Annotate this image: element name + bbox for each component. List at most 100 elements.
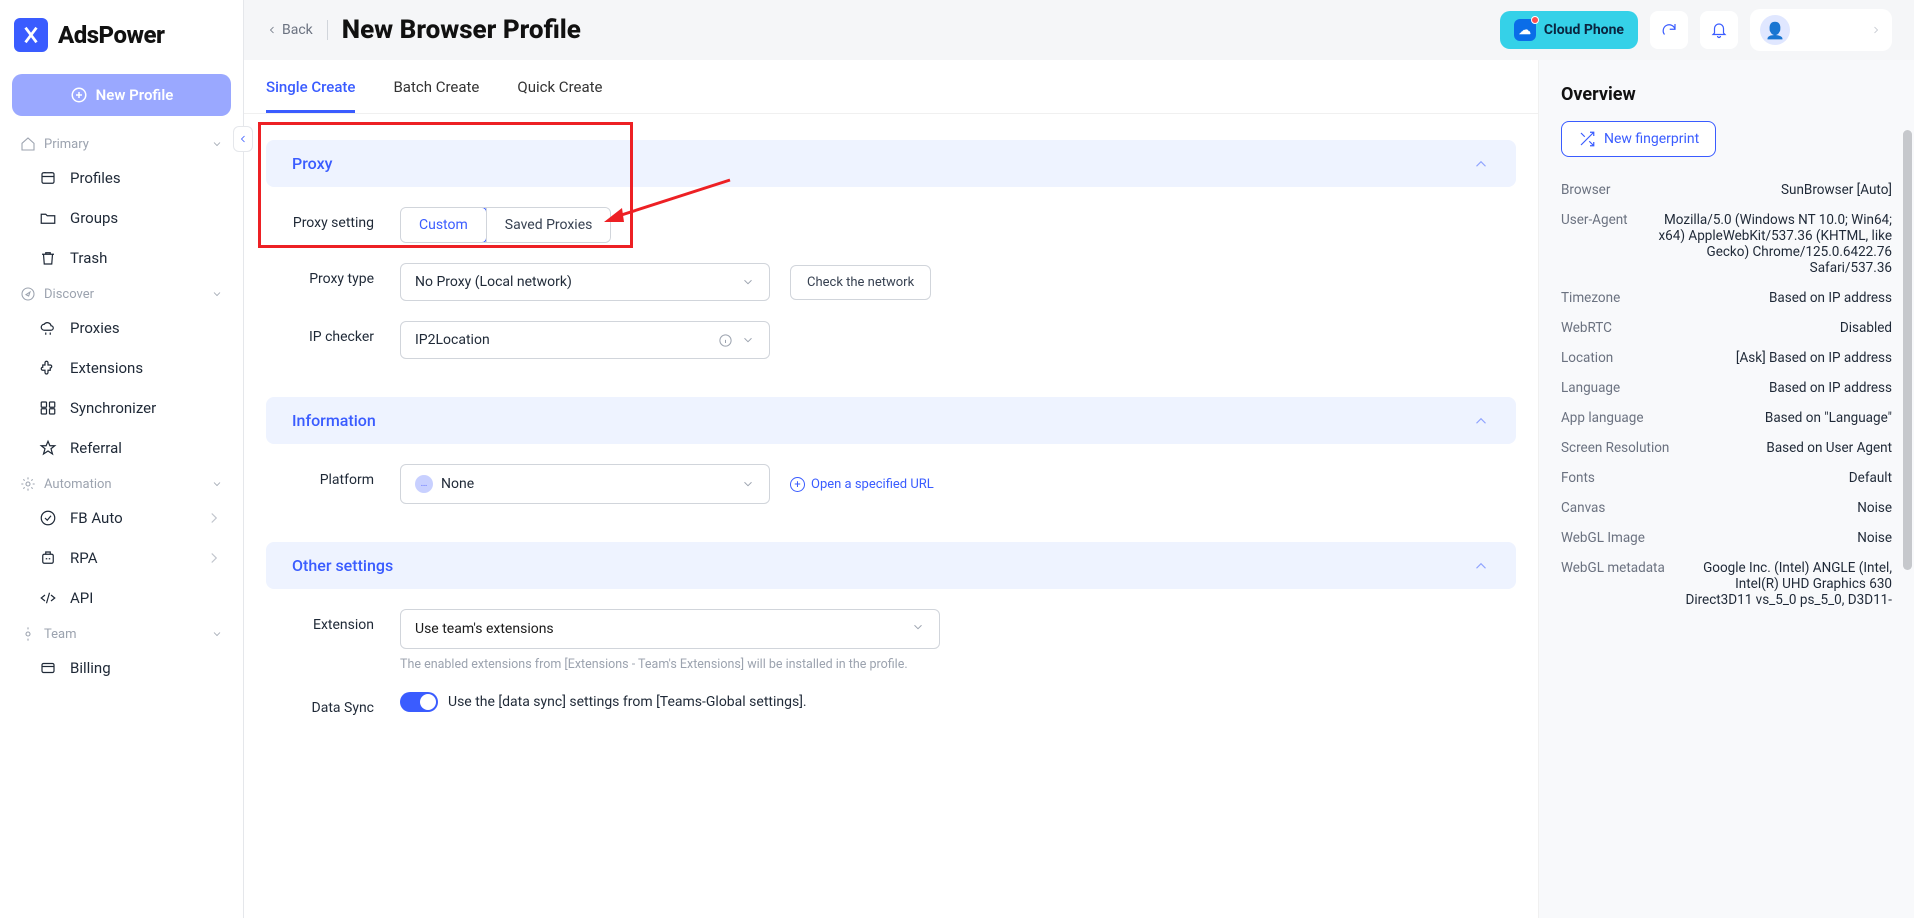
trash-icon xyxy=(38,248,58,268)
tab-single-create[interactable]: Single Create xyxy=(266,78,355,113)
form-area: Single Create Batch Create Quick Create … xyxy=(244,60,1538,918)
overview-value: Disabled xyxy=(1840,320,1892,336)
nav-item-label: API xyxy=(70,589,93,607)
account-menu[interactable]: 👤 xyxy=(1750,9,1892,51)
chevron-down-icon xyxy=(741,275,755,289)
nav-item-label: Trash xyxy=(70,249,107,267)
nav-section-label: Team xyxy=(44,627,77,642)
sidebar-item-referral[interactable]: Referral xyxy=(4,428,239,468)
overview-row: FontsDefault xyxy=(1561,463,1892,493)
extension-select[interactable]: Use team's extensions xyxy=(400,609,940,649)
proxy-type-select[interactable]: No Proxy (Local network) xyxy=(400,263,770,301)
nav-item-label: Billing xyxy=(70,659,111,677)
platform-select[interactable]: None xyxy=(400,464,770,504)
tab-batch-create[interactable]: Batch Create xyxy=(393,78,479,113)
chevron-down-icon xyxy=(211,138,223,150)
section-title: Proxy xyxy=(292,154,332,173)
chevron-down-icon xyxy=(211,478,223,490)
overview-row: Location[Ask] Based on IP address xyxy=(1561,343,1892,373)
billing-icon xyxy=(38,658,58,678)
overview-value: SunBrowser [Auto] xyxy=(1781,182,1892,198)
new-fingerprint-button[interactable]: New fingerprint xyxy=(1561,121,1716,157)
overview-row: WebGL metadataGoogle Inc. (Intel) ANGLE … xyxy=(1561,553,1892,615)
section-other-settings[interactable]: Other settings xyxy=(266,542,1516,589)
overview-row: Screen ResolutionBased on User Agent xyxy=(1561,433,1892,463)
divider xyxy=(327,20,328,40)
overview-key: User-Agent xyxy=(1561,212,1628,228)
overview-value: Mozilla/5.0 (Windows NT 10.0; Win64; x64… xyxy=(1648,212,1892,276)
scrollbar-thumb[interactable] xyxy=(1903,130,1912,570)
sidebar-item-trash[interactable]: Trash xyxy=(4,238,239,278)
chevron-down-icon xyxy=(211,288,223,300)
chevron-right-icon xyxy=(205,509,223,527)
data-sync-toggle[interactable] xyxy=(400,692,438,712)
logo[interactable]: AdsPower xyxy=(0,0,243,74)
overview-key: Language xyxy=(1561,380,1620,396)
sidebar-item-fb-auto[interactable]: FB Auto xyxy=(4,498,239,538)
label-extension: Extension xyxy=(266,609,400,633)
nav-section-label: Discover xyxy=(44,287,94,302)
overview-row: LanguageBased on IP address xyxy=(1561,373,1892,403)
overview-row: BrowserSunBrowser [Auto] xyxy=(1561,175,1892,205)
overview-value: [Ask] Based on IP address xyxy=(1736,350,1892,366)
sidebar-item-groups[interactable]: Groups xyxy=(4,198,239,238)
new-profile-button[interactable]: New Profile xyxy=(12,74,231,116)
seg-saved-proxies[interactable]: Saved Proxies xyxy=(486,208,611,242)
overview-key: Canvas xyxy=(1561,500,1605,516)
sidebar-item-proxies[interactable]: Proxies xyxy=(4,308,239,348)
proxy-setting-segment: Custom Saved Proxies xyxy=(400,207,611,243)
sidebar-item-rpa[interactable]: RPA xyxy=(4,538,239,578)
overview-value: Based on IP address xyxy=(1769,290,1892,306)
ip-checker-select[interactable]: IP2Location xyxy=(400,321,770,359)
nav-item-label: Synchronizer xyxy=(70,399,156,417)
open-url-link[interactable]: + Open a specified URL xyxy=(790,477,934,492)
overview-key: Timezone xyxy=(1561,290,1620,306)
topbar: Back New Browser Profile ☁ Cloud Phone 👤 xyxy=(244,0,1914,60)
nav-item-label: Proxies xyxy=(70,319,120,337)
nav-section-team[interactable]: Team xyxy=(4,620,239,648)
nav-section-discover[interactable]: Discover xyxy=(4,280,239,308)
overview-panel: Overview New fingerprint BrowserSunBrows… xyxy=(1538,60,1914,918)
section-information[interactable]: Information xyxy=(266,397,1516,444)
nav-section-primary[interactable]: Primary xyxy=(4,130,239,158)
sidebar-item-api[interactable]: API xyxy=(4,578,239,618)
section-title: Information xyxy=(292,411,376,430)
cloud-icon xyxy=(38,318,58,338)
select-value: Use team's extensions xyxy=(415,621,554,637)
sidebar-item-billing[interactable]: Billing xyxy=(4,648,239,688)
refresh-icon xyxy=(1660,21,1678,39)
section-proxy[interactable]: Proxy xyxy=(266,140,1516,187)
gear-icon xyxy=(20,476,36,492)
notifications-button[interactable] xyxy=(1700,11,1738,49)
select-value: No Proxy (Local network) xyxy=(415,274,572,290)
sidebar-item-synchronizer[interactable]: Synchronizer xyxy=(4,388,239,428)
back-button[interactable]: Back xyxy=(266,22,313,38)
check-network-button[interactable]: Check the network xyxy=(790,265,931,300)
overview-value: Google Inc. (Intel) ANGLE (Intel, Intel(… xyxy=(1685,560,1892,608)
avatar-icon: 👤 xyxy=(1760,15,1790,45)
nav-item-label: FB Auto xyxy=(70,509,123,527)
seg-custom[interactable]: Custom xyxy=(400,207,487,243)
overview-key: App language xyxy=(1561,410,1644,426)
chevron-right-icon xyxy=(205,549,223,567)
platform-none-icon xyxy=(415,475,433,493)
overview-value: Based on "Language" xyxy=(1765,410,1892,426)
refresh-button[interactable] xyxy=(1650,11,1688,49)
overview-key: WebGL Image xyxy=(1561,530,1645,546)
tab-quick-create[interactable]: Quick Create xyxy=(517,78,602,113)
star-icon xyxy=(38,438,58,458)
sidebar-item-extensions[interactable]: Extensions xyxy=(4,348,239,388)
label-ip-checker: IP checker xyxy=(266,321,400,345)
fb-auto-icon xyxy=(38,508,58,528)
cloud-phone-button[interactable]: ☁ Cloud Phone xyxy=(1500,11,1638,49)
nav-section-automation[interactable]: Automation xyxy=(4,470,239,498)
overview-row: WebGL ImageNoise xyxy=(1561,523,1892,553)
overview-row: Timezone Based on IP address xyxy=(1561,283,1892,313)
sidebar-item-profiles[interactable]: Profiles xyxy=(4,158,239,198)
overview-key: Fonts xyxy=(1561,470,1595,486)
api-icon xyxy=(38,588,58,608)
nav-item-label: RPA xyxy=(70,549,97,567)
team-icon xyxy=(20,626,36,642)
home-icon xyxy=(20,136,36,152)
nav-item-label: Profiles xyxy=(70,169,121,187)
